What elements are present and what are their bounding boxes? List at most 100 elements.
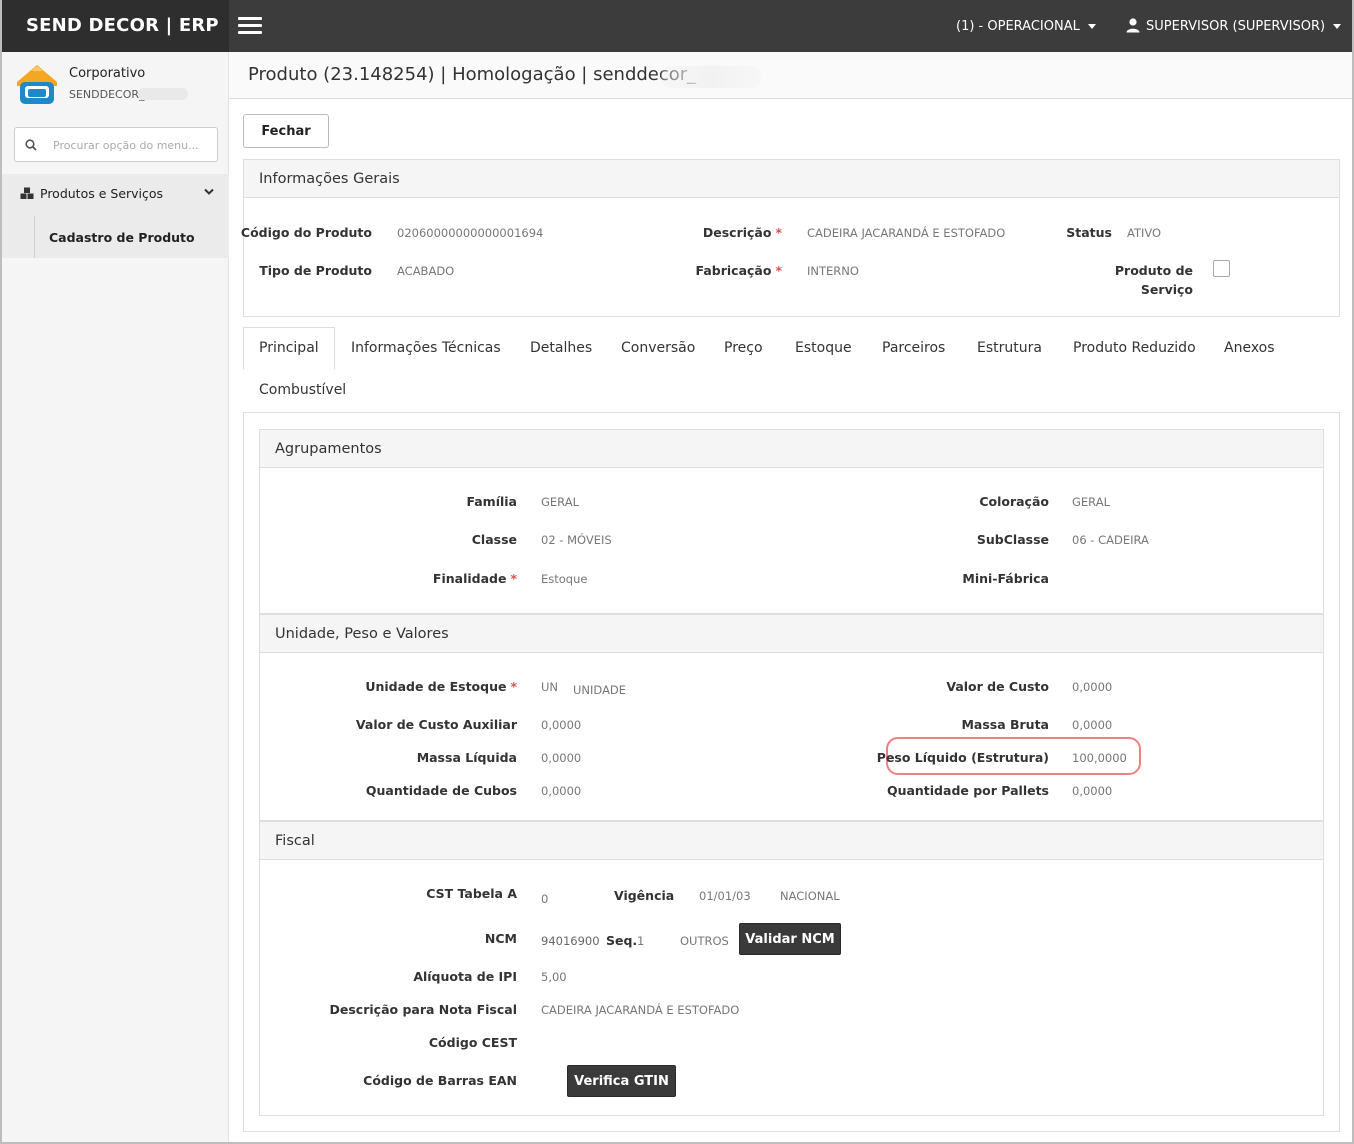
cst-label: CST Tabela A: [426, 886, 517, 901]
chevron-down-icon: [204, 188, 214, 195]
menu-search-input[interactable]: [53, 136, 211, 154]
familia-label: Família: [466, 494, 517, 509]
brand-title: SEND DECOR | ERP: [2, 0, 229, 52]
panel-heading: Fiscal: [260, 822, 1323, 860]
sidebar-group-label: Produtos e Serviços: [40, 186, 164, 201]
familia-value: GERAL: [541, 495, 579, 509]
valor-aux-value: 0,0000: [541, 718, 582, 732]
servico-label-1: Produto de: [1114, 263, 1193, 278]
valor-custo-value: 0,0000: [1072, 680, 1113, 694]
subclasse-value: 06 - CADEIRA: [1072, 533, 1149, 547]
fabricacao-label: Fabricação *: [695, 263, 782, 278]
tab-principal[interactable]: Principal: [243, 327, 335, 370]
user-icon: [1126, 17, 1140, 32]
tab-preco[interactable]: Preço: [724, 340, 763, 356]
sidebar-item-cadastro-produto[interactable]: Cadastro de Produto: [49, 230, 195, 245]
tab-anexos[interactable]: Anexos: [1224, 340, 1275, 356]
classe-label: Classe: [471, 532, 517, 547]
validar-ncm-button[interactable]: Validar NCM: [739, 923, 841, 955]
ncm-value: 94016900: [541, 934, 600, 948]
general-info-panel: Informações Gerais Código do Produto 020…: [241, 159, 1340, 317]
status-value: ATIVO: [1127, 226, 1162, 240]
minifabrica-label: Mini-Fábrica: [962, 571, 1049, 586]
profile-subtitle: SENDDECOR_: [69, 88, 145, 101]
vigencia-label: Vigência: [614, 888, 675, 903]
valor-aux-label: Valor de Custo Auxiliar: [355, 717, 517, 732]
cubos-label: Quantidade de Cubos: [365, 783, 517, 798]
tab-bar: Principal Informações Técnicas Detalhes …: [243, 327, 1340, 411]
ipi-label: Alíquota de IPI: [413, 969, 517, 984]
profile-name: Corporativo: [69, 66, 146, 81]
massa-liquida-label: Massa Líquida: [416, 750, 517, 765]
unidade-label: Unidade de Estoque *: [365, 679, 517, 694]
profile-card: Corporativo SENDDECOR_: [2, 52, 229, 124]
panel-heading: Informações Gerais: [244, 160, 1339, 198]
tab-detalhes[interactable]: Detalhes: [530, 340, 592, 356]
status-label: Status: [1066, 225, 1112, 240]
massa-bruta-value: 0,0000: [1072, 718, 1113, 732]
tab-informacoes-tecnicas[interactable]: Informações Técnicas: [351, 340, 501, 356]
search-icon: [25, 139, 37, 151]
coloracao-label: Coloração: [979, 494, 1049, 509]
company-logo-icon: [17, 65, 57, 104]
descricao-nf-value: CADEIRA JACARANDÁ E ESTOFADO: [541, 1003, 740, 1017]
user-label: SUPERVISOR (SUPERVISOR): [1146, 19, 1326, 34]
seq-value: 1: [637, 934, 645, 948]
massa-bruta-label: Massa Bruta: [961, 717, 1049, 732]
coloracao-value: GERAL: [1072, 495, 1110, 509]
descricao-nf-label: Descrição para Nota Fiscal: [329, 1002, 517, 1017]
tipo-label: Tipo de Produto: [259, 263, 372, 278]
codigo-value: 02060000000000001694: [397, 226, 544, 240]
seq-label: Seq.: [606, 933, 638, 948]
tab-combustivel[interactable]: Combustível: [259, 382, 346, 398]
context-dropdown[interactable]: (1) - OPERACIONAL: [956, 0, 1096, 52]
cubes-icon: [20, 187, 34, 199]
context-label: (1) - OPERACIONAL: [956, 19, 1080, 34]
redacted-text: [138, 88, 188, 100]
fiscal-panel: Fiscal CST Tabela A 0 Vigência 01/01/03 …: [259, 821, 1324, 1116]
tab-estoque[interactable]: Estoque: [795, 340, 852, 356]
descricao-value: CADEIRA JACARANDÁ E ESTOFADO: [807, 226, 1006, 240]
sidebar: Corporativo SENDDECOR_ Produtos e Serviç…: [2, 52, 229, 1142]
ncm-label: NCM: [484, 931, 517, 946]
redacted-text: [661, 66, 761, 88]
classe-value: 02 - MÓVEIS: [541, 533, 612, 547]
tab-produto-reduzido[interactable]: Produto Reduzido: [1073, 340, 1196, 356]
servico-checkbox[interactable]: [1213, 260, 1230, 277]
origem-value: NACIONAL: [780, 889, 840, 903]
close-button[interactable]: Fechar: [243, 114, 329, 148]
agrupamentos-panel: Agrupamentos Família GERAL Coloração GER…: [259, 429, 1324, 614]
menu-search[interactable]: [14, 127, 218, 162]
verifica-gtin-button[interactable]: Verifica GTIN: [567, 1065, 676, 1097]
tab-parceiros[interactable]: Parceiros: [882, 340, 945, 356]
finalidade-label: Finalidade *: [432, 571, 517, 586]
fabricacao-value: INTERNO: [807, 264, 859, 278]
finalidade-value: Estoque: [541, 572, 588, 586]
sidebar-menu: Produtos e Serviços Cadastro de Produto: [2, 174, 229, 258]
tree-line: [34, 216, 35, 258]
pallets-label: Quantidade por Pallets: [886, 783, 1049, 798]
vigencia-value: 01/01/03: [699, 889, 751, 903]
massa-liquida-value: 0,0000: [541, 751, 582, 765]
ipi-value: 5,00: [541, 970, 567, 984]
peso-liquido-label: Peso Líquido (Estrutura): [876, 750, 1049, 765]
main-content: Produto (23.148254) | Homologação | send…: [229, 52, 1352, 1142]
tab-conversao[interactable]: Conversão: [621, 340, 695, 356]
servico-label-2: Serviço: [1140, 282, 1193, 297]
unidade-panel: Unidade, Peso e Valores Unidade de Estoq…: [259, 614, 1324, 821]
menu-toggle-icon[interactable]: [238, 17, 262, 35]
peso-liquido-value: 100,0000: [1072, 751, 1127, 765]
tab-content-principal: Agrupamentos Família GERAL Coloração GER…: [243, 412, 1340, 1132]
page-title: Produto (23.148254) | Homologação | send…: [248, 64, 697, 85]
caret-down-icon: [1087, 24, 1096, 29]
user-dropdown[interactable]: SUPERVISOR (SUPERVISOR): [1126, 0, 1342, 52]
descricao-label: Descrição *: [702, 225, 782, 240]
valor-custo-label: Valor de Custo: [946, 679, 1049, 694]
tab-estrutura[interactable]: Estrutura: [977, 340, 1042, 356]
page-header: Produto (23.148254) | Homologação | send…: [229, 52, 1352, 99]
ean-label: Código de Barras EAN: [363, 1073, 517, 1088]
pallets-value: 0,0000: [1072, 784, 1113, 798]
panel-heading: Agrupamentos: [260, 430, 1323, 468]
panel-heading: Unidade, Peso e Valores: [260, 615, 1323, 653]
sidebar-group-produtos[interactable]: Produtos e Serviços: [20, 186, 220, 201]
